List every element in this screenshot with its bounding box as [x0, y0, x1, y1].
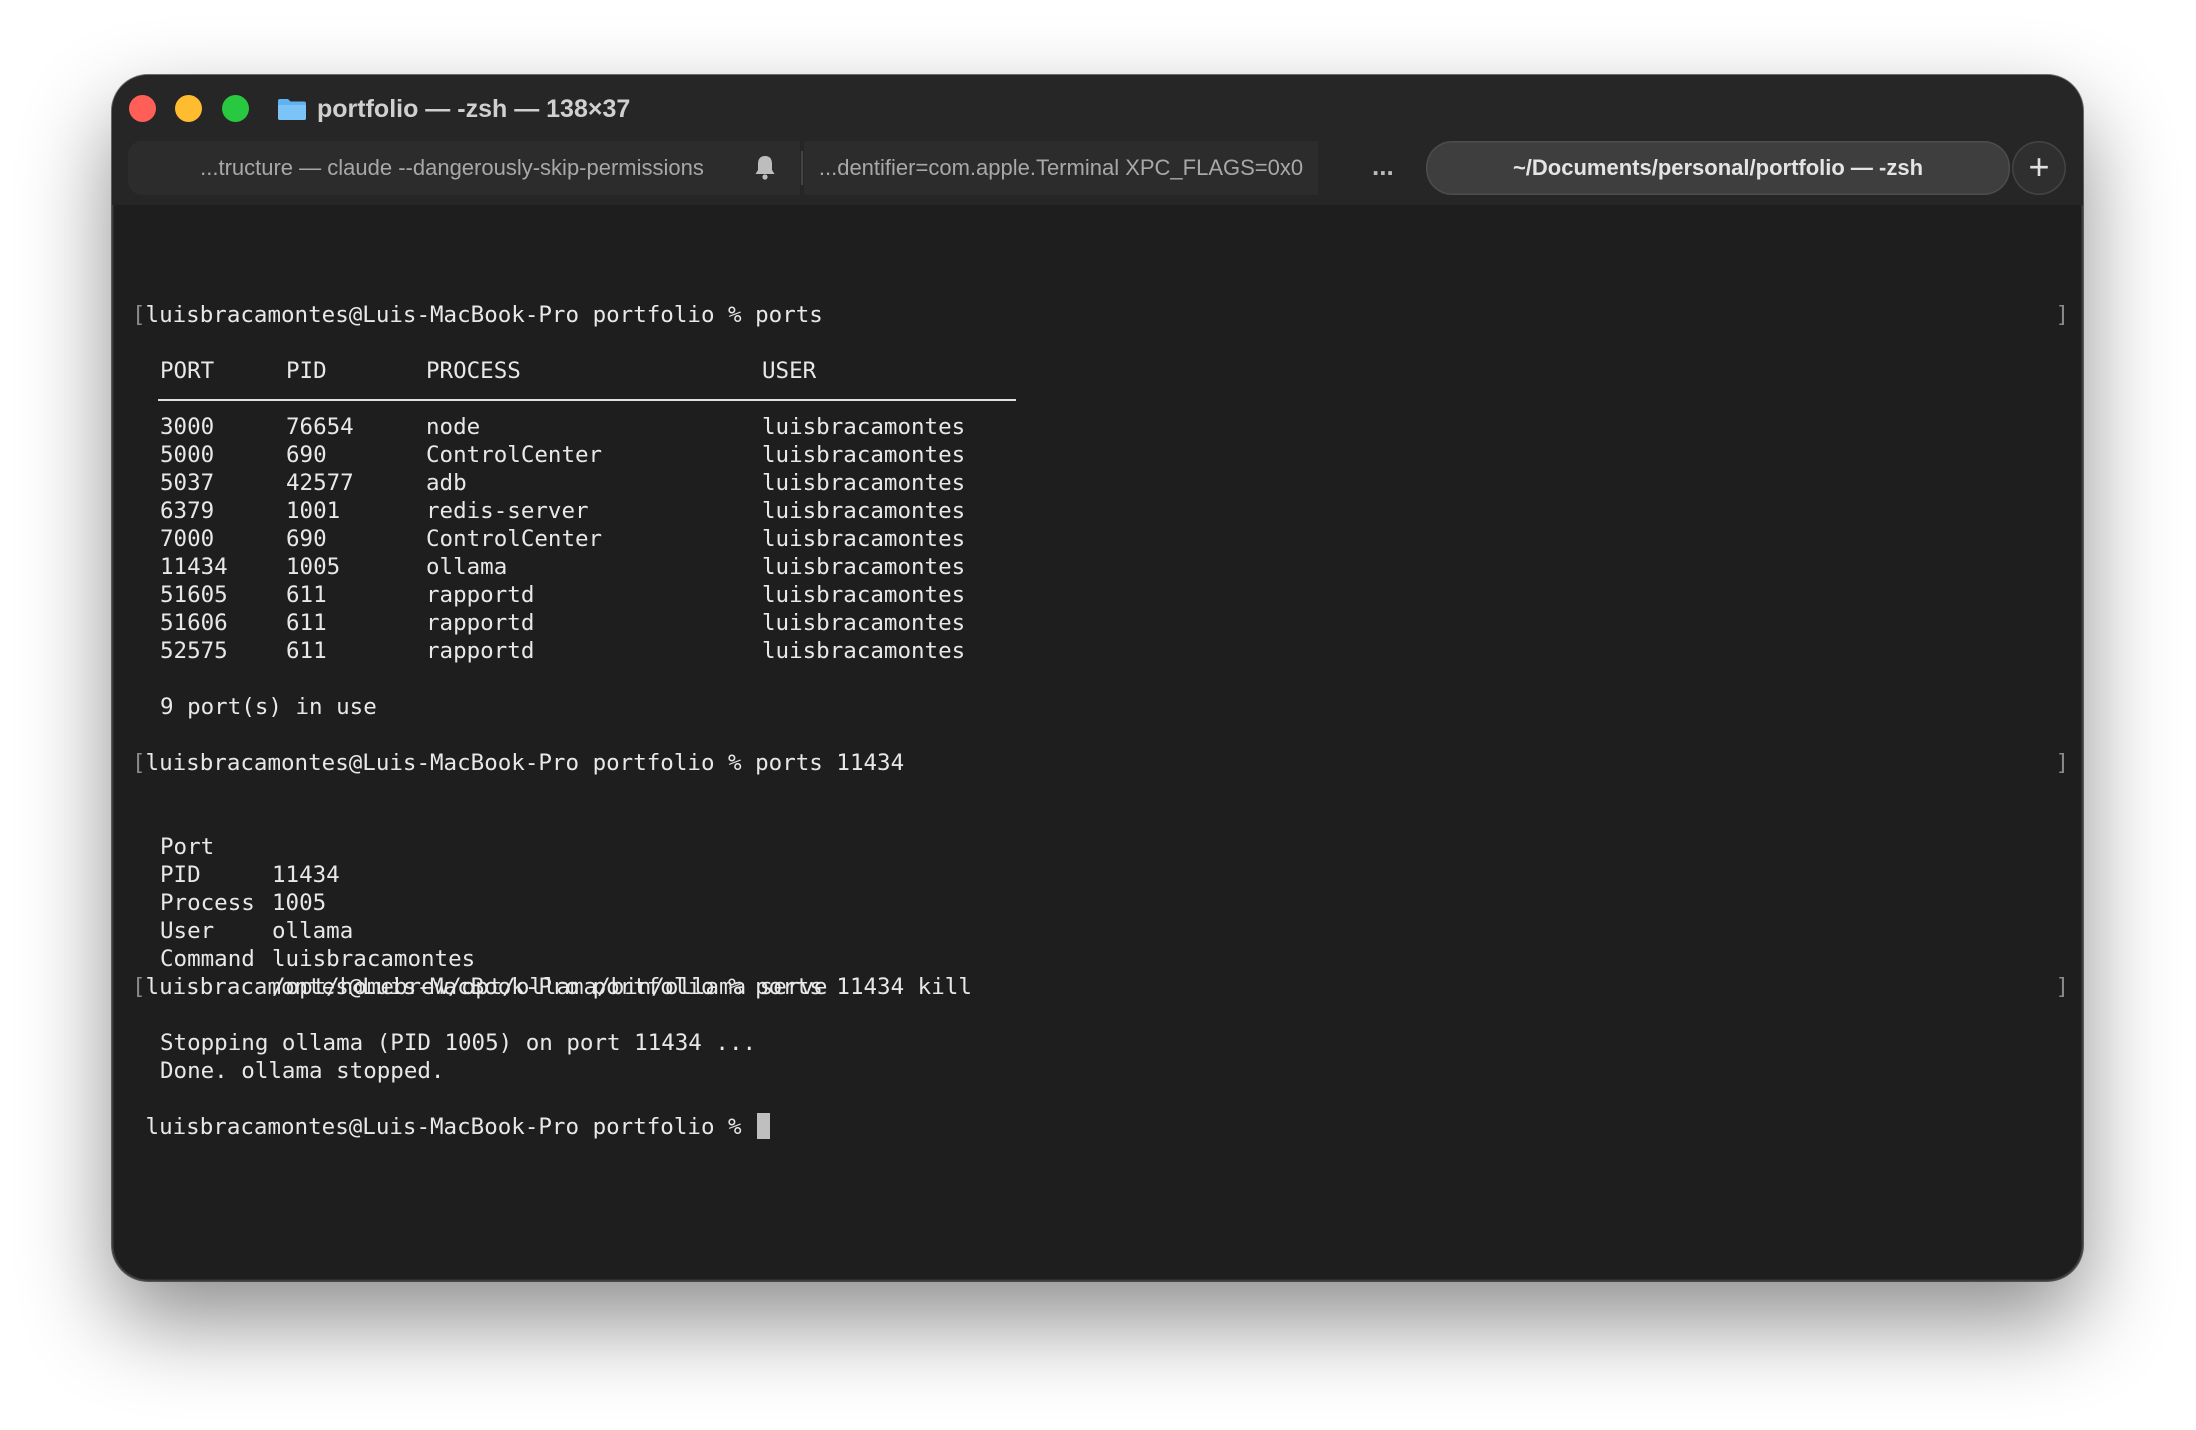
pid-cell: 1005 — [286, 554, 341, 580]
process-cell: rapportd — [426, 582, 535, 608]
tab-xpc[interactable]: ...dentifier=com.apple.Terminal XPC_FLAG… — [804, 141, 1318, 195]
bracket-mark: [ — [132, 974, 146, 1000]
port-cell: 3000 — [160, 414, 215, 440]
prompt: luisbracamontes@Luis-MacBook-Pro portfol… — [145, 974, 742, 1000]
tab-bar: ...tructure — claude --dangerously-skip-… — [128, 141, 2040, 195]
detail-value: luisbracamontes — [272, 946, 476, 972]
close-button[interactable] — [129, 95, 156, 122]
pid-cell: 76654 — [286, 414, 354, 440]
table-divider — [158, 399, 1016, 401]
tab-claude[interactable]: ...tructure — claude --dangerously-skip-… — [128, 141, 800, 195]
user-cell: luisbracamontes — [762, 498, 966, 524]
process-cell: rapportd — [426, 610, 535, 636]
tab-label: ~/Documents/personal/portfolio — -zsh — [1512, 155, 1924, 180]
bracket-spacer — [132, 1114, 146, 1140]
command: ports — [755, 302, 823, 328]
process-cell: node — [426, 414, 481, 440]
detail-row: Port 11434 — [112, 805, 1312, 888]
process-cell: rapportd — [426, 638, 535, 664]
bracket-mark: ] — [2055, 302, 2069, 328]
folder-icon — [278, 99, 306, 120]
port-cell: 6379 — [160, 498, 215, 524]
column-header-process: PROCESS — [426, 358, 521, 384]
process-cell: redis-server — [426, 498, 589, 524]
terminal-window: portfolio — -zsh — 138×37 ...tructure — … — [112, 75, 2083, 1281]
prompt-line: [luisbracamontes@Luis-MacBook-Pro portfo… — [132, 749, 904, 777]
bracket-mark: ] — [2055, 974, 2069, 1000]
terminal-output[interactable]: [luisbracamontes@Luis-MacBook-Pro portfo… — [112, 205, 2083, 1281]
kill-output-line: Done. ollama stopped. — [160, 1058, 445, 1084]
pid-cell: 611 — [286, 610, 327, 636]
port-cell: 7000 — [160, 526, 215, 552]
port-cell: 11434 — [160, 554, 228, 580]
command: ports 11434 kill — [755, 974, 972, 1000]
command: ports 11434 — [755, 750, 905, 776]
current-prompt-line[interactable]: luisbracamontes@Luis-MacBook-Pro portfol… — [132, 1113, 771, 1141]
new-tab-button[interactable]: + — [2012, 141, 2066, 195]
bracket-mark: [ — [132, 302, 146, 328]
prompt: luisbracamontes@Luis-MacBook-Pro portfol… — [145, 750, 742, 776]
process-cell: ollama — [426, 554, 508, 580]
ports-summary: 9 port(s) in use — [160, 694, 377, 720]
process-cell: adb — [426, 470, 467, 496]
user-cell: luisbracamontes — [762, 414, 966, 440]
tab-overflow-button[interactable]: ... — [1372, 151, 1394, 182]
user-cell: luisbracamontes — [762, 610, 966, 636]
detail-key: Command — [160, 946, 255, 972]
minimize-button[interactable] — [175, 95, 202, 122]
detail-row: PID 1005 — [112, 833, 1312, 916]
prompt: luisbracamontes@Luis-MacBook-Pro portfol… — [145, 302, 742, 328]
pid-cell: 1001 — [286, 498, 341, 524]
prompt-line: [luisbracamontes@Luis-MacBook-Pro portfo… — [132, 301, 823, 329]
user-cell: luisbracamontes — [762, 638, 966, 664]
user-cell: luisbracamontes — [762, 554, 966, 580]
tab-label: ...tructure — claude --dangerously-skip-… — [200, 155, 704, 180]
detail-row: Process ollama — [112, 861, 1312, 944]
detail-row: User luisbracamontes — [112, 889, 1312, 972]
process-cell: ControlCenter — [426, 442, 603, 468]
prompt-line: [luisbracamontes@Luis-MacBook-Pro portfo… — [132, 973, 972, 1001]
maximize-button[interactable] — [222, 95, 249, 122]
pid-cell: 690 — [286, 526, 327, 552]
pid-cell: 611 — [286, 638, 327, 664]
port-cell: 52575 — [160, 638, 228, 664]
column-header-user: USER — [762, 358, 817, 384]
text-cursor — [757, 1113, 771, 1139]
bracket-mark: [ — [132, 750, 146, 776]
user-cell: luisbracamontes — [762, 442, 966, 468]
bracket-mark: ] — [2055, 750, 2069, 776]
tab-separator — [801, 151, 803, 185]
tab-label: ...dentifier=com.apple.Terminal XPC_FLAG… — [818, 155, 1304, 180]
title-bar[interactable]: portfolio — -zsh — 138×37 ...tructure — … — [112, 75, 2083, 205]
window-title-text: portfolio — -zsh — 138×37 — [317, 94, 631, 123]
bell-icon — [755, 156, 775, 180]
tab-portfolio-active[interactable]: ~/Documents/personal/portfolio — -zsh — [1426, 141, 2010, 195]
port-cell: 51606 — [160, 610, 228, 636]
prompt: luisbracamontes@Luis-MacBook-Pro portfol… — [145, 1114, 742, 1140]
user-cell: luisbracamontes — [762, 470, 966, 496]
port-cell: 51605 — [160, 582, 228, 608]
column-header-pid: PID — [286, 358, 327, 384]
pid-cell: 690 — [286, 442, 327, 468]
user-cell: luisbracamontes — [762, 526, 966, 552]
pid-cell: 42577 — [286, 470, 354, 496]
pid-cell: 611 — [286, 582, 327, 608]
kill-output-line: Stopping ollama (PID 1005) on port 11434… — [160, 1030, 757, 1056]
window-title: portfolio — -zsh — 138×37 — [277, 89, 630, 129]
column-header-port: PORT — [160, 358, 215, 384]
process-cell: ControlCenter — [426, 526, 603, 552]
port-cell: 5037 — [160, 470, 215, 496]
user-cell: luisbracamontes — [762, 582, 966, 608]
detail-row: Command /opt/homebrew/opt/ollama/bin/oll… — [112, 917, 1312, 1000]
port-cell: 5000 — [160, 442, 215, 468]
